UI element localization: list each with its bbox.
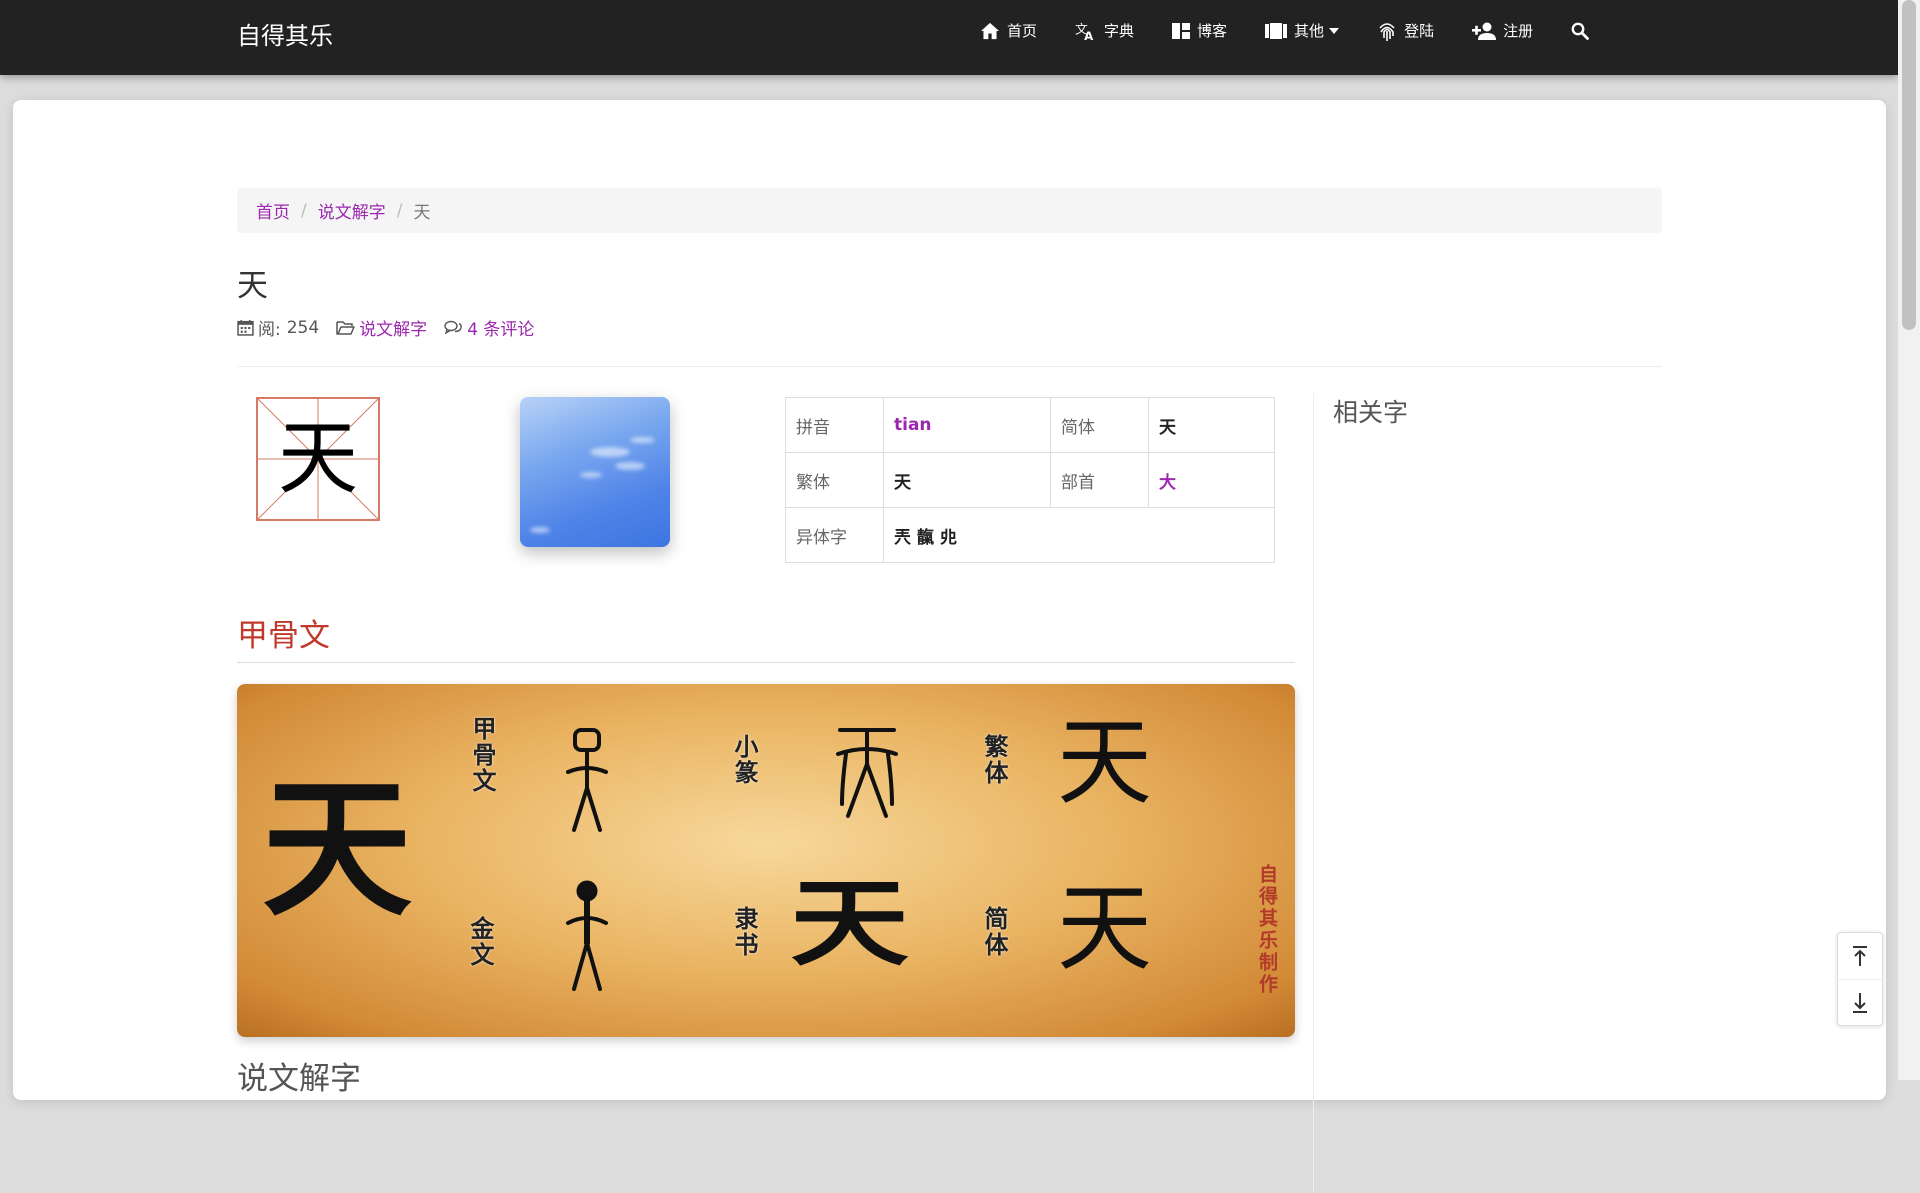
- oracle-glyph: [566, 728, 608, 832]
- character-glyph: 天: [278, 412, 358, 505]
- nav-item-label: 登陆: [1404, 22, 1435, 40]
- comments: 4 条评论: [444, 315, 534, 340]
- folder-open-icon: [336, 320, 355, 335]
- page-title: 天: [237, 268, 268, 304]
- simplified-label: 简体: [1050, 397, 1149, 453]
- home-icon: [981, 22, 999, 39]
- variants-label: 异体字: [785, 507, 884, 563]
- breadcrumb-home-link[interactable]: 首页: [256, 198, 290, 223]
- shuowen-section-title: 说文解字: [237, 1061, 361, 1097]
- nav-item-home[interactable]: 首页: [980, 20, 1037, 41]
- bronze-glyph: [566, 880, 608, 991]
- page-scrollbar[interactable]: [1898, 0, 1920, 1080]
- category: 说文解字: [336, 315, 427, 340]
- simplified-glyph: 天: [1057, 874, 1153, 984]
- banner-main-character: 天: [262, 761, 413, 937]
- character-image: [520, 397, 670, 547]
- scrollbar-thumb[interactable]: [1902, 0, 1916, 330]
- breadcrumb-current: 天: [413, 203, 431, 223]
- top-navbar: 自得其乐 首页 文A 字典 博客 其他 登陆 注册: [0, 0, 1898, 75]
- nav-item-label: 字典: [1104, 22, 1135, 40]
- nav-menu: 首页 文A 字典 博客 其他 登陆 注册: [980, 0, 1596, 61]
- svg-text:A: A: [1084, 29, 1094, 41]
- radical-link[interactable]: 大: [1148, 452, 1275, 508]
- translate-icon: 文A: [1075, 21, 1094, 41]
- nav-item-other-dropdown[interactable]: 其他: [1265, 20, 1340, 41]
- divider: [237, 366, 1662, 367]
- table-row: 拼音 tian 简体 天: [785, 397, 1275, 453]
- breadcrumb: 首页 / 说文解字 / 天: [237, 188, 1662, 233]
- traditional-label: 繁体: [785, 452, 884, 508]
- character-grid-box: 天: [256, 397, 380, 521]
- dashboard-icon: [1172, 22, 1191, 39]
- variants-value: 兲 靝 𠑹: [883, 507, 1275, 563]
- related-characters-title: 相关字: [1333, 398, 1409, 427]
- nav-item-register[interactable]: 注册: [1472, 20, 1533, 41]
- table-row: 异体字 兲 靝 𠑹: [785, 507, 1275, 563]
- nav-item-label: 博客: [1197, 22, 1228, 40]
- bronze-label: 金文: [466, 916, 494, 968]
- nav-item-dictionary[interactable]: 文A 字典: [1075, 20, 1134, 41]
- scroll-to-top-button[interactable]: [1838, 933, 1882, 979]
- views-count: 阅: 254: [237, 315, 319, 340]
- arrow-up-to-line-icon: [1853, 946, 1867, 966]
- comments-icon: [444, 320, 463, 335]
- breadcrumb-section-link[interactable]: 说文解字: [318, 198, 386, 223]
- traditional-glyph: 天: [1057, 708, 1153, 818]
- scroll-buttons: [1837, 932, 1883, 1026]
- sidebar-divider: [1313, 393, 1314, 1193]
- seal-glyph: [836, 728, 898, 818]
- arrow-down-to-line-icon: [1853, 993, 1867, 1013]
- nav-item-label: 首页: [1007, 22, 1038, 40]
- scroll-to-bottom-button[interactable]: [1838, 979, 1882, 1026]
- traditional-script-label: 繁体: [980, 734, 1008, 786]
- calendar-icon: [237, 320, 254, 336]
- seal-label: 小篆: [730, 734, 758, 786]
- oracle-section-title: 甲骨文: [237, 618, 330, 654]
- nav-item-label: 其他: [1294, 22, 1325, 40]
- pinyin-link[interactable]: tian: [883, 397, 1051, 453]
- site-brand[interactable]: 自得其乐: [237, 16, 333, 51]
- video-icon: [1265, 22, 1288, 39]
- nav-item-blog[interactable]: 博客: [1172, 20, 1227, 41]
- person-add-icon: [1472, 22, 1497, 40]
- banner-stamp: 自得其乐制作: [1256, 864, 1278, 996]
- table-row: 繁体 天 部首 大: [785, 452, 1275, 508]
- script-evolution-banner: 天 甲骨文 金文 小篆 隶书 天 繁体 天 简体 天 自得其乐制作: [237, 684, 1295, 1037]
- traditional-value: 天: [883, 452, 1051, 508]
- breadcrumb-separator: /: [396, 200, 403, 221]
- divider: [237, 662, 1295, 663]
- nav-item-login[interactable]: 登陆: [1377, 20, 1434, 42]
- search-button[interactable]: [1571, 22, 1596, 40]
- views-label: 阅:: [258, 320, 281, 340]
- search-icon: [1571, 22, 1589, 40]
- chevron-down-icon: [1329, 27, 1340, 34]
- views-value: 254: [286, 317, 320, 338]
- clerical-label: 隶书: [730, 906, 758, 958]
- character-info-table: 拼音 tian 简体 天 繁体 天 部首 大 异体字 兲 靝 𠑹: [785, 397, 1275, 563]
- fingerprint-icon: [1379, 22, 1395, 41]
- oracle-label: 甲骨文: [468, 716, 496, 794]
- simplified-script-label: 简体: [980, 906, 1008, 958]
- clerical-glyph: 天: [790, 868, 909, 979]
- comments-link[interactable]: 4 条评论: [467, 315, 534, 340]
- nav-item-label: 注册: [1503, 22, 1534, 40]
- pinyin-label: 拼音: [785, 397, 884, 453]
- breadcrumb-separator: /: [301, 200, 307, 221]
- content-card: 首页 / 说文解字 / 天 天 阅: 254 说文解字 4 条评论 天 拼音 t…: [13, 100, 1886, 1193]
- category-link[interactable]: 说文解字: [359, 315, 427, 340]
- simplified-value: 天: [1148, 397, 1275, 453]
- radical-label: 部首: [1050, 452, 1149, 508]
- article-meta: 阅: 254 说文解字 4 条评论: [237, 315, 551, 340]
